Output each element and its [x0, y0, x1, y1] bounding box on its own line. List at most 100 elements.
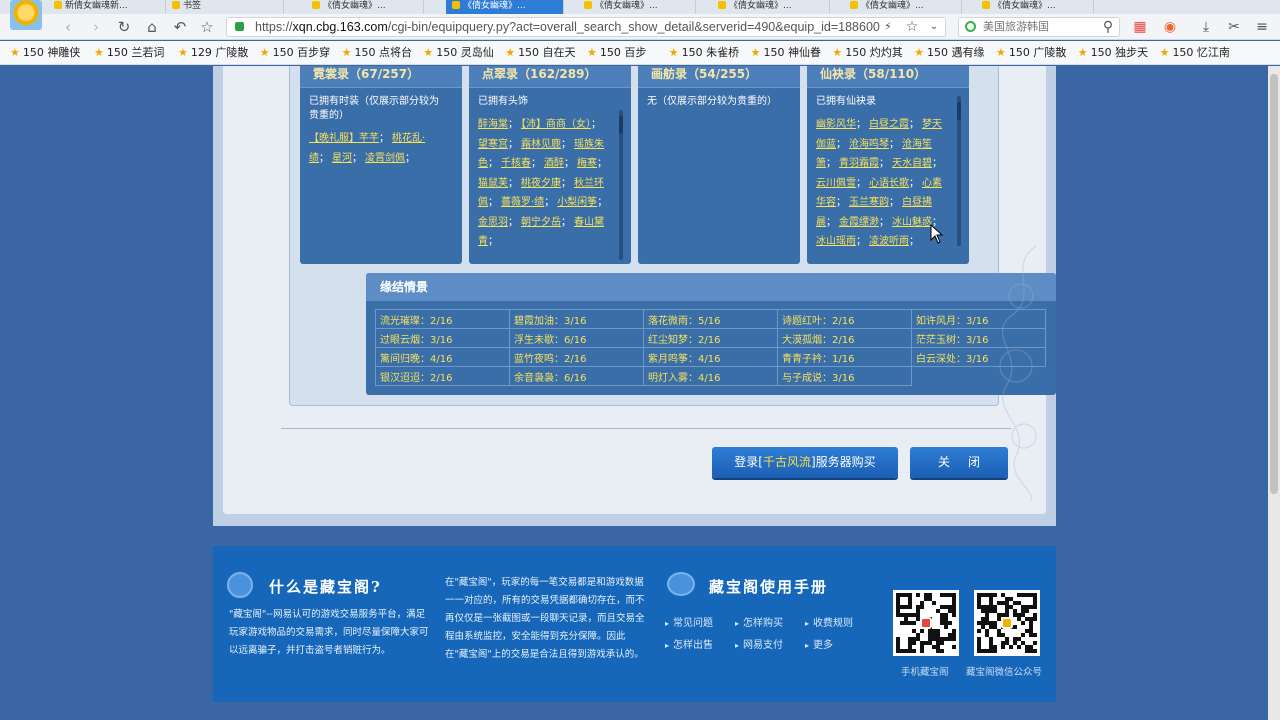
- bookmark-star-icon[interactable]: ☆: [902, 17, 922, 37]
- qr-module: [952, 613, 956, 617]
- bookmark-star-icon: ★: [995, 46, 1006, 59]
- collection-link[interactable]: 青羽霜霞: [839, 158, 879, 169]
- browser-tab[interactable]: 《倩女幽魂》...: [844, 0, 962, 14]
- card-scrollbar-thumb[interactable]: [619, 116, 623, 134]
- separator: ；: [531, 158, 541, 169]
- collection-link[interactable]: 霜林见鹿: [521, 139, 561, 150]
- collection-link[interactable]: 冰山瑶雨: [816, 236, 856, 247]
- collection-link[interactable]: 心语长歌: [869, 178, 909, 189]
- separator: ；: [909, 119, 919, 130]
- collection-link[interactable]: 幽影风华: [816, 119, 856, 130]
- reload-icon[interactable]: ↻: [114, 17, 134, 37]
- page-scrollbar[interactable]: [1268, 66, 1280, 720]
- card-scrollbar[interactable]: [619, 110, 623, 260]
- bookmark-item[interactable]: ★ 129 广陵散: [168, 41, 250, 64]
- collection-link[interactable]: 薔薇罗·绩: [501, 197, 544, 208]
- collection-link[interactable]: 梅寒: [577, 158, 597, 169]
- collection-link[interactable]: 望寒宫: [478, 139, 508, 150]
- chevron-down-icon[interactable]: ⌄: [924, 17, 944, 37]
- collection-link[interactable]: 金霞缥渺: [839, 217, 879, 228]
- browser-tab[interactable]: 《倩女幽魂》...: [976, 0, 1094, 14]
- login-buy-button[interactable]: 登录[千古风流]服务器购买: [712, 447, 898, 478]
- bookmark-item[interactable]: ★ 150 神仙眷: [741, 41, 823, 64]
- bookmark-label: 150 百步: [599, 46, 647, 59]
- url-input[interactable]: https://xqn.cbg.163.com/cgi-bin/equipque…: [226, 17, 946, 37]
- bookmark-item[interactable]: ★ 150 独步天: [1068, 41, 1150, 64]
- card-scrollbar[interactable]: [957, 96, 961, 246]
- separator: ；: [879, 216, 889, 228]
- qr-module: [948, 621, 952, 625]
- manual-link[interactable]: ▸ 收费规则: [805, 614, 853, 629]
- menu-icon[interactable]: ≡: [1252, 17, 1272, 37]
- bookmark-item[interactable]: ★ 150 兰若词: [84, 41, 168, 64]
- bookmark-item[interactable]: ★ 150 神雕侠: [0, 41, 84, 64]
- search-input[interactable]: 美国旅游韩国: [958, 17, 1120, 37]
- bookmark-item[interactable]: ★ 150 点将台: [332, 41, 414, 64]
- bookmark-item[interactable]: ★ 150 忆江南: [1150, 41, 1232, 64]
- manual-link[interactable]: ▸ 网易支付: [735, 636, 783, 651]
- close-button[interactable]: 关闭: [910, 447, 1008, 478]
- bullet-icon: ▸: [805, 641, 810, 650]
- url-host: xqn.cbg.163.com: [292, 20, 388, 34]
- collection-link[interactable]: 酒醉: [544, 158, 564, 169]
- tab-favicon-icon: [312, 1, 320, 9]
- collection-link[interactable]: 【沛】商商（女）: [521, 119, 591, 130]
- browser-tab[interactable]: 书签: [166, 0, 284, 14]
- collection-link[interactable]: 沧海鸣琴: [849, 139, 889, 150]
- home-icon[interactable]: ⌂: [142, 17, 162, 37]
- collection-link[interactable]: 桃夜夕康: [521, 178, 561, 189]
- back-icon[interactable]: ‹: [58, 17, 78, 37]
- collection-link[interactable]: 小梨闲筝: [557, 197, 597, 208]
- separator: ；: [508, 177, 518, 189]
- collection-link[interactable]: 醉海棠: [478, 119, 508, 130]
- collection-link[interactable]: 云川佩雪: [816, 178, 856, 189]
- qr-module: [944, 625, 948, 629]
- collection-link[interactable]: 天水自碧: [892, 158, 932, 169]
- collection-link[interactable]: 千核春: [501, 158, 531, 169]
- browser-tab[interactable]: 新倩女幽魂新...: [48, 0, 166, 14]
- lightning-icon[interactable]: ⚡: [878, 17, 898, 37]
- manual-link[interactable]: ▸ 怎样购买: [735, 614, 783, 629]
- forward-icon[interactable]: ›: [86, 17, 106, 37]
- bookmark-item[interactable]: ★ 150 朱雀桥: [659, 41, 741, 64]
- bookmark-label: 150 兰若词: [106, 46, 165, 59]
- collection-link[interactable]: 【晚礼服】芊芊: [309, 133, 379, 144]
- ties-row: 过眼云烟：3/16 浮生未歇：6/16 红尘知梦：2/16 大漠孤烟：2/16 茫茫玉树…: [375, 328, 1046, 348]
- cut-icon[interactable]: ✂: [1224, 17, 1244, 37]
- search-icon[interactable]: ⚲: [1098, 17, 1118, 37]
- bookmark-item[interactable]: ★ 150 灵岛仙: [413, 41, 495, 64]
- download-icon[interactable]: ⤓: [1196, 17, 1216, 37]
- apps-grid-icon[interactable]: ▦: [1130, 17, 1150, 37]
- collection-link[interactable]: 星河: [332, 153, 352, 164]
- manual-link[interactable]: ▸ 更多: [805, 636, 833, 651]
- browser-tab[interactable]: 《倩女幽魂》...: [306, 0, 424, 14]
- bookmark-item[interactable]: ★ 150 灼灼其: [822, 41, 904, 64]
- manual-link[interactable]: ▸ 常见问题: [665, 614, 713, 629]
- user-avatar[interactable]: [10, 0, 42, 30]
- game-icon[interactable]: ◉: [1160, 17, 1180, 37]
- bookmark-item[interactable]: ★ 150 遇有缘: [904, 41, 986, 64]
- what-is-title: 什么是藏宝阁?: [269, 578, 382, 596]
- collection-link[interactable]: 猫鼠芙: [478, 178, 508, 189]
- collection-link[interactable]: 凌霄剑佩: [365, 153, 405, 164]
- collection-link[interactable]: 金思羽: [478, 217, 508, 228]
- browser-tab[interactable]: 《倩女幽魂》...: [578, 0, 696, 14]
- scrollbar-thumb[interactable]: [1270, 74, 1278, 494]
- collection-link[interactable]: 朝宁夕岳: [521, 217, 561, 228]
- card-scrollbar-thumb[interactable]: [957, 102, 961, 120]
- collection-link[interactable]: 凌波听雨: [869, 236, 909, 247]
- browser-tab[interactable]: 《倩女幽魂》...: [446, 0, 564, 14]
- bookmark-item[interactable]: ★ 150 广陵散: [986, 41, 1068, 64]
- collection-link[interactable]: 冰山魅惑: [892, 217, 932, 228]
- qr-module: [908, 605, 912, 609]
- bookmark-item[interactable]: ★ 150 自在天: [495, 41, 577, 64]
- manual-link[interactable]: ▸ 怎样出售: [665, 636, 713, 651]
- collection-link[interactable]: 白昼之霞: [869, 119, 909, 130]
- browser-tab[interactable]: 《倩女幽魂》...: [712, 0, 830, 14]
- bookmark-item[interactable]: ★ 150 百步穿: [250, 41, 332, 64]
- undo-icon[interactable]: ↶: [170, 17, 190, 37]
- collection-link[interactable]: 玉兰寒韵: [849, 197, 889, 208]
- ties-cell: 红尘知梦：2/16: [643, 328, 778, 348]
- favorite-star-icon[interactable]: ☆: [197, 17, 217, 37]
- bookmark-item[interactable]: ★ 150 百步: [577, 41, 659, 64]
